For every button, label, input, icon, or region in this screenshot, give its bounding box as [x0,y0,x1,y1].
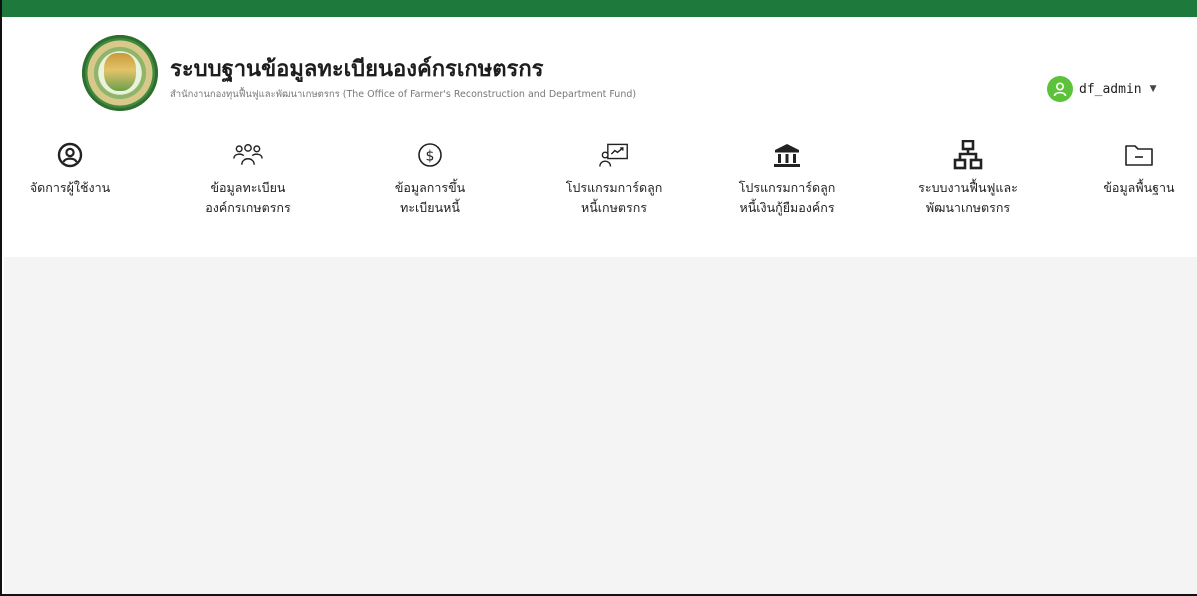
logo-emblem [104,53,136,91]
user-icon [1047,76,1073,102]
menu-item-label: ข้อมูลทะเบียน องค์กรเกษตรกร [205,178,290,218]
presentation-chart-icon [599,140,629,170]
menu-item-user-management[interactable]: จัดการผู้ใช้งาน [0,140,155,198]
svg-text:$: $ [426,149,435,165]
menu-item-organization-registry[interactable]: ข้อมูลทะเบียน องค์กรเกษตรกร [163,140,333,218]
folder-icon [1124,140,1154,170]
app-title: ระบบฐานข้อมูลทะเบียนองค์กรเกษตรกร [170,57,544,82]
menu-label-line2: หนี้เกษตรกร [581,200,647,215]
menu-label-line1: ข้อมูลการขึ้น [394,180,466,195]
menu-label-line2: ทะเบียนหนี้ [400,200,460,215]
window-frame: ระบบฐานข้อมูลทะเบียนองค์กรเกษตรกร สำนักง… [0,0,1197,596]
caret-down-icon: ▼ [1149,84,1157,94]
organization-logo[interactable] [82,35,158,111]
menu-label-line1: จัดการผู้ใช้งาน [29,180,111,195]
menu-label-line2: หนี้เงินกู้ยืมองค์กร [739,200,835,215]
bank-icon [772,140,802,170]
top-accent-bar [2,0,1197,17]
network-icon [953,140,983,170]
menu-item-label: โปรแกรมการ์ดลูก หนี้เงินกู้ยืมองค์กร [739,178,836,218]
app-subtitle: สำนักงานกองทุนฟื้นฟูและพัฒนาเกษตรกร (The… [170,89,637,100]
menu-item-label: ข้อมูลการขึ้น ทะเบียนหนี้ [395,178,465,218]
main-content-area [4,257,1197,594]
user-menu[interactable]: df_admin ▼ [1047,75,1157,103]
menu-item-label: ข้อมูลพื้นฐาน [1103,178,1174,198]
menu-label-line1: ข้อมูลพื้นฐาน [1103,180,1175,195]
menu-item-organization-loan-card[interactable]: โปรแกรมการ์ดลูก หนี้เงินกู้ยืมองค์กร [702,140,872,218]
user-circle-icon [55,140,85,170]
menu-label-line1: ระบบงานฟื้นฟูและ [918,180,1018,195]
menu-item-farmer-rehabilitation[interactable]: ระบบงานฟื้นฟูและ พัฒนาเกษตรกร [883,140,1053,218]
menu-item-label: โปรแกรมการ์ดลูก หนี้เกษตรกร [566,178,663,218]
menu-label-line2: พัฒนาเกษตรกร [925,200,1011,215]
dollar-circle-icon: $ [415,140,445,170]
users-group-icon [233,140,263,170]
menu-label-line2: องค์กรเกษตรกร [205,200,291,215]
menu-item-label: จัดการผู้ใช้งาน [30,178,110,198]
main-menu: จัดการผู้ใช้งาน ข้อมูลทะเบียน องค์กรเกษต… [2,140,1197,250]
menu-item-farmer-debt-card[interactable]: โปรแกรมการ์ดลูก หนี้เกษตรกร [529,140,699,218]
menu-label-line1: ข้อมูลทะเบียน [210,180,286,195]
menu-label-line1: โปรแกรมการ์ดลูก [565,180,663,195]
menu-item-basic-data[interactable]: ข้อมูลพื้นฐาน [1054,140,1197,198]
username-label: df_admin [1079,81,1142,97]
menu-label-line1: โปรแกรมการ์ดลูก [738,180,836,195]
menu-item-label: ระบบงานฟื้นฟูและ พัฒนาเกษตรกร [918,178,1018,218]
menu-item-debt-registration[interactable]: $ ข้อมูลการขึ้น ทะเบียนหนี้ [345,140,515,218]
